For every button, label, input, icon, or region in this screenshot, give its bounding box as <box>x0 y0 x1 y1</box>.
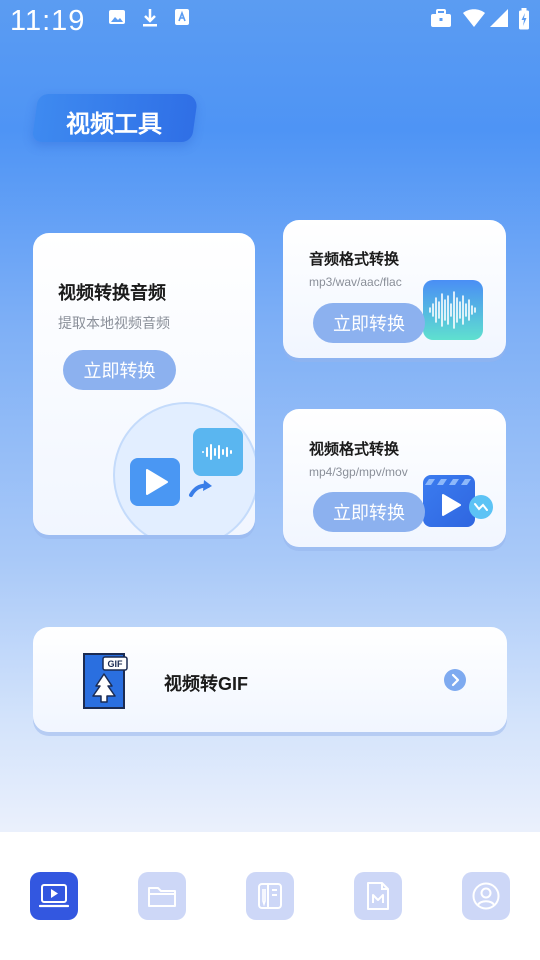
video-tool-icon <box>39 884 69 908</box>
image-icon <box>109 10 125 24</box>
wifi-icon <box>463 9 485 27</box>
nav-documents[interactable] <box>354 872 402 920</box>
gif-badge-text: GIF <box>108 659 124 669</box>
nav-files[interactable] <box>138 872 186 920</box>
download-icon <box>143 9 157 27</box>
audio-format-convert-button[interactable]: 立即转换 <box>313 303 425 343</box>
status-bar: 11:19 <box>0 0 540 44</box>
video-to-audio-card[interactable]: 视频转换音频 提取本地视频音频 立即转换 <box>33 233 255 535</box>
nav-video-tools[interactable] <box>30 872 78 920</box>
video-format-formats: mp4/3gp/mpv/mov <box>309 465 408 479</box>
document-icon <box>367 882 389 910</box>
bottom-nav <box>0 832 540 960</box>
video-to-audio-title: 视频转换音频 <box>58 283 166 303</box>
audio-format-formats: mp3/wav/aac/flac <box>309 275 402 289</box>
nav-profile[interactable] <box>462 872 510 920</box>
profile-icon <box>472 882 500 910</box>
gif-file-icon: GIF <box>83 653 128 709</box>
chevron-right-icon[interactable] <box>444 669 466 691</box>
signal-icon <box>490 9 508 27</box>
video-to-gif-title: 视频转GIF <box>164 674 248 694</box>
page-title: 视频工具 <box>66 111 162 138</box>
audio-format-card[interactable]: 音频格式转换 mp3/wav/aac/flac 立即转换 <box>283 220 506 358</box>
video-to-gif-card[interactable]: GIF 视频转GIF <box>33 627 507 732</box>
folder-icon <box>148 887 176 907</box>
video-clapper-icon <box>423 475 493 527</box>
battery-icon <box>519 8 529 30</box>
video-format-convert-button[interactable]: 立即转换 <box>313 492 425 532</box>
status-time: 11:19 <box>10 5 86 37</box>
translate-icon <box>175 9 189 25</box>
notes-icon <box>258 883 282 909</box>
video-to-audio-illustration <box>113 402 255 535</box>
nav-notes[interactable] <box>246 872 294 920</box>
video-format-title: 视频格式转换 <box>309 441 400 458</box>
video-to-audio-convert-button[interactable]: 立即转换 <box>63 350 176 390</box>
audio-wave-icon <box>423 280 483 340</box>
audio-format-title: 音频格式转换 <box>309 251 400 268</box>
video-format-card[interactable]: 视频格式转换 mp4/3gp/mpv/mov 立即转换 <box>283 409 506 547</box>
video-to-audio-subtitle: 提取本地视频音频 <box>58 315 170 331</box>
briefcase-icon <box>431 9 451 27</box>
